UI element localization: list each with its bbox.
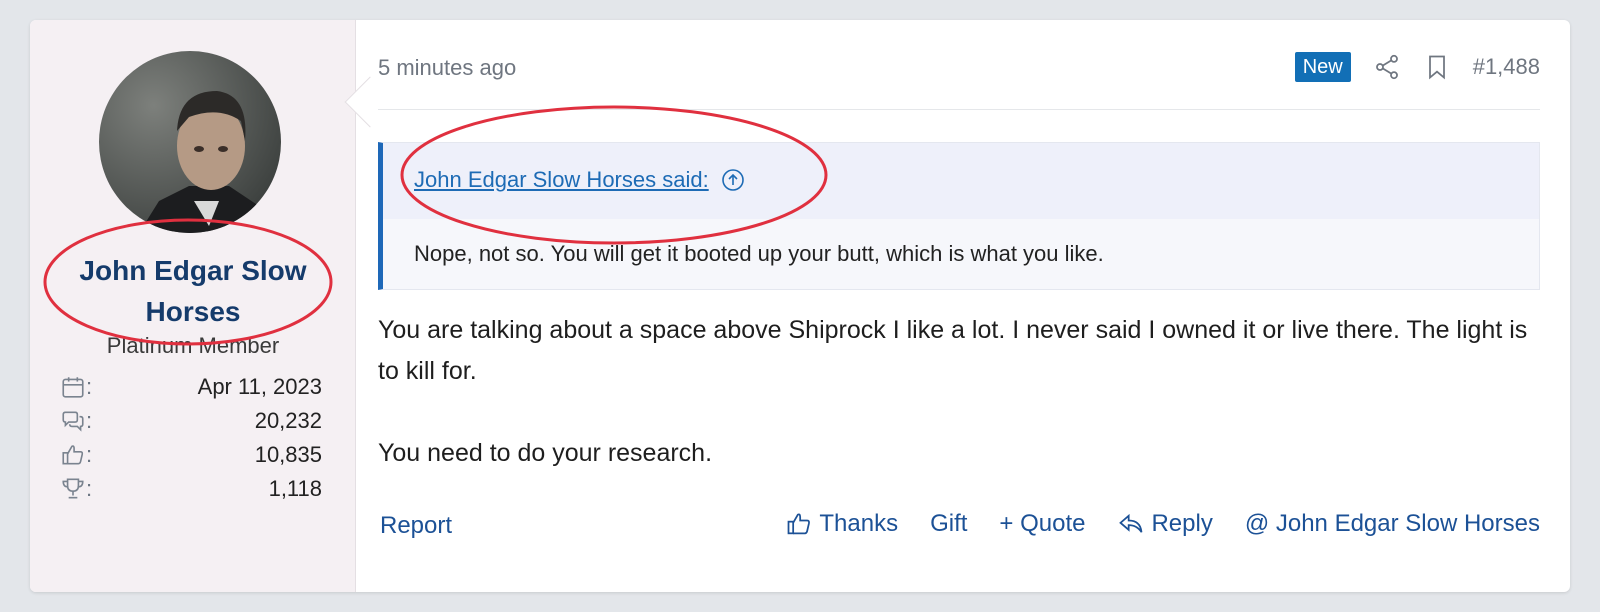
message-body: You are talking about a space above Ship…	[378, 310, 1540, 515]
stat-separator: :	[86, 408, 93, 433]
username-line-2[interactable]: Horses	[146, 296, 241, 327]
trophy-icon	[60, 476, 86, 502]
stat-messages-value: 20,232	[254, 408, 322, 433]
quote-button[interactable]: + Quote	[999, 510, 1085, 538]
stat-separator: :	[86, 476, 93, 501]
stat-separator: :	[86, 442, 93, 467]
quote-attribution-text[interactable]: John Edgar Slow Horses said:	[414, 167, 709, 193]
quote-block: John Edgar Slow Horses said: Nope, not s…	[378, 142, 1540, 290]
arrow-up-circle-icon[interactable]	[721, 168, 745, 192]
user-info-panel: John Edgar Slow Horses Platinum Member :…	[30, 20, 356, 592]
member-title: Platinum Member	[106, 333, 280, 358]
post-header-actions: New #1,488	[1294, 50, 1540, 84]
stat-key: :	[60, 408, 92, 434]
report-link[interactable]: Report	[380, 512, 452, 540]
username[interactable]: John Edgar Slow Horses	[30, 250, 356, 332]
post-number[interactable]: #1,488	[1473, 54, 1540, 80]
reply-label[interactable]: Reply	[1151, 510, 1212, 538]
new-badge: New	[1294, 52, 1351, 82]
bookmark-icon[interactable]	[1423, 53, 1451, 81]
quote-text: Nope, not so. You will get it booted up …	[414, 241, 1104, 266]
stat-points-value: 1,118	[268, 476, 322, 501]
quote-attribution-link[interactable]: John Edgar Slow Horses said:	[414, 167, 745, 193]
forum-post: John Edgar Slow Horses Platinum Member :…	[30, 20, 1570, 592]
stat-joined-value: Apr 11, 2023	[197, 374, 322, 399]
username-line-1[interactable]: John Edgar Slow	[79, 255, 306, 286]
thumbs-up-icon	[785, 510, 813, 538]
post-main: 5 minutes ago New #1,488 John Edgar Slow…	[378, 20, 1570, 592]
calendar-icon	[60, 374, 86, 400]
stat-reactions-value: 10,835	[254, 442, 322, 467]
thanks-button[interactable]: Thanks	[785, 510, 898, 538]
thanks-label[interactable]: Thanks	[819, 510, 898, 538]
post-timestamp[interactable]: 5 minutes ago	[378, 55, 516, 81]
stat-key: :	[60, 476, 92, 502]
messages-icon	[60, 408, 86, 434]
stat-row-points: : 1,118	[60, 472, 322, 506]
reply-button[interactable]: Reply	[1117, 510, 1213, 538]
thumbs-up-icon	[60, 442, 86, 468]
post-actions: Thanks Gift + Quote Reply @ John Edgar S…	[785, 510, 1540, 538]
post-footer: Report Thanks Gift + Quote Reply @ John …	[378, 510, 1540, 544]
stat-key: :	[60, 374, 92, 400]
mention-button[interactable]: @ John Edgar Slow Horses	[1245, 510, 1540, 538]
share-icon[interactable]	[1373, 53, 1401, 81]
mention-label[interactable]: @ John Edgar Slow Horses	[1245, 510, 1540, 538]
gift-button[interactable]: Gift	[930, 510, 967, 538]
quote-label[interactable]: + Quote	[999, 510, 1085, 538]
stat-row-messages: : 20,232	[60, 404, 322, 438]
stat-separator: :	[86, 374, 93, 399]
quote-header: John Edgar Slow Horses said:	[383, 143, 1539, 219]
message-paragraph-1: You are talking about a space above Ship…	[378, 316, 1528, 385]
stat-row-reactions: : 10,835	[60, 438, 322, 472]
reply-icon	[1117, 510, 1145, 538]
message-paragraph-2: You need to do your research.	[378, 439, 713, 467]
post-header: 5 minutes ago New #1,488	[378, 50, 1540, 110]
stat-key: :	[60, 442, 92, 468]
user-stats: : Apr 11, 2023 : 20,232 : 10,835: 1,118	[60, 370, 322, 506]
stat-row-joined: : Apr 11, 2023	[60, 370, 322, 404]
avatar[interactable]	[99, 51, 281, 233]
gift-label[interactable]: Gift	[930, 510, 967, 538]
